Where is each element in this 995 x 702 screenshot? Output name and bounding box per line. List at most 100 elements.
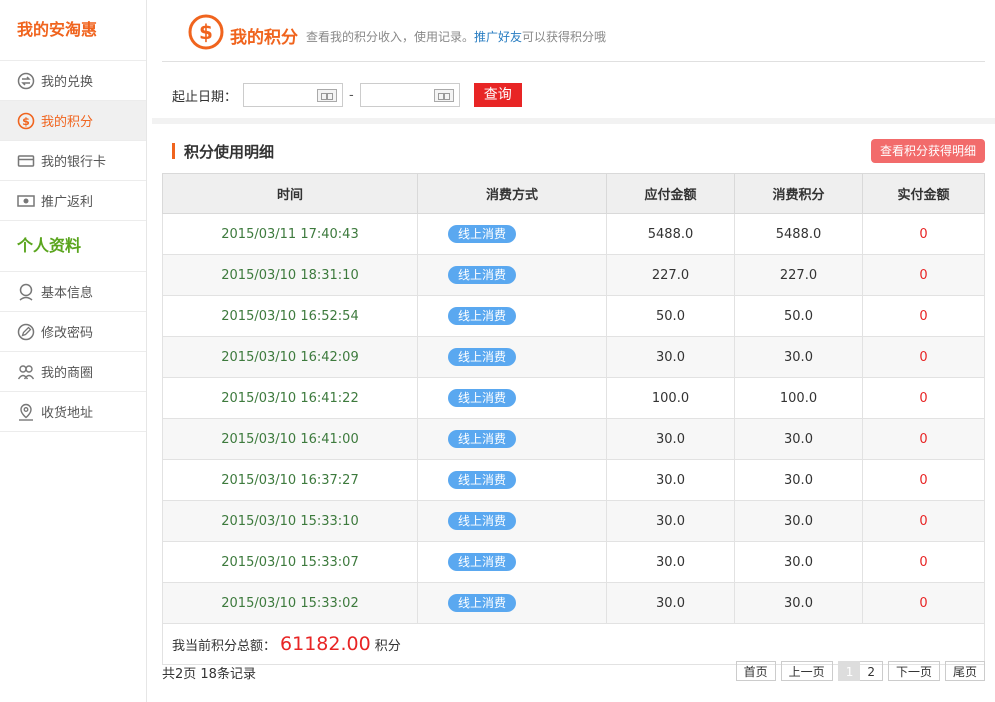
cell-due: 30.0	[606, 336, 735, 378]
page-title: 我的积分	[230, 28, 298, 48]
cell-method: 线上消费	[417, 541, 607, 583]
sidebar-section-account-title: 我的安淘惠	[0, 0, 146, 61]
cell-time: 2015/03/10 18:31:10	[162, 254, 418, 296]
card-icon	[17, 152, 35, 170]
page-header: $ 我的积分 查看我的积分收入，使用记录。推广好友可以获得积分哦 起止日期： -…	[162, 0, 985, 118]
sidebar-item-exchange[interactable]: 我的兑换	[0, 61, 146, 101]
sidebar-item-label: 我的银行卡	[41, 155, 107, 170]
subtitle-text: 查看我的积分收入，使用记录。	[306, 30, 475, 44]
cell-paid: 0	[862, 418, 985, 460]
divider	[162, 61, 985, 62]
cell-paid: 0	[862, 377, 985, 419]
cell-method: 线上消费	[417, 418, 607, 460]
cell-points: 227.0	[734, 254, 863, 296]
sidebar-item-basic-info[interactable]: 基本信息	[0, 272, 146, 312]
cell-due: 50.0	[606, 295, 735, 337]
cell-points: 100.0	[734, 377, 863, 419]
page-1-button[interactable]: 1	[837, 661, 861, 681]
prev-page-button[interactable]: 上一页	[780, 661, 833, 681]
cell-time: 2015/03/10 16:41:00	[162, 418, 418, 460]
cell-due: 30.0	[606, 500, 735, 542]
cell-time: 2015/03/10 16:41:22	[162, 377, 418, 419]
sidebar-item-label: 基本信息	[41, 286, 94, 301]
cell-due: 227.0	[606, 254, 735, 296]
detail-title: 积分使用明细	[172, 141, 274, 161]
title-accent-bar	[172, 143, 175, 159]
cell-paid: 0	[862, 500, 985, 542]
cell-method: 线上消费	[417, 254, 607, 296]
column-header-method: 消费方式	[417, 173, 607, 214]
calendar-icon[interactable]	[317, 89, 338, 102]
cell-method: 线上消费	[417, 213, 607, 255]
table-row: 2015/03/10 16:37:27 线上消费 30.0 30.0 0	[162, 459, 985, 501]
column-header-paid: 实付金额	[862, 173, 985, 214]
sidebar-item-label: 修改密码	[41, 326, 94, 341]
method-badge: 线上消费	[448, 430, 517, 448]
end-date-field[interactable]	[359, 83, 460, 107]
calendar-icon[interactable]	[433, 89, 454, 102]
cell-due: 30.0	[606, 459, 735, 501]
sidebar-item-my-circle[interactable]: 我的商圈	[0, 352, 146, 392]
table-row: 2015/03/10 16:41:22 线上消费 100.0 100.0 0	[162, 377, 985, 419]
column-header-due: 应付金额	[606, 173, 735, 214]
cell-paid: 0	[862, 295, 985, 337]
total-cell: 我当前积分总额： 61182.00 积分	[162, 623, 985, 665]
last-page-button[interactable]: 尾页	[944, 661, 985, 681]
table-row: 2015/03/10 16:42:09 线上消费 30.0 30.0 0	[162, 336, 985, 378]
cell-due: 30.0	[606, 541, 735, 583]
svg-text:$: $	[22, 115, 30, 128]
total-value: 61182.00	[280, 633, 371, 655]
cell-time: 2015/03/10 15:33:02	[162, 582, 418, 624]
dollar-icon: $	[17, 112, 35, 130]
sidebar-item-label: 我的商圈	[41, 366, 94, 381]
sidebar-item-label: 推广返利	[41, 195, 94, 210]
table-body: 2015/03/11 17:40:43 线上消费 5488.0 5488.0 0 2015…	[162, 213, 985, 624]
pagination: 首页 上一页 1 2 下一页 尾页	[731, 661, 985, 681]
table-row: 2015/03/10 15:33:07 线上消费 30.0 30.0 0	[162, 541, 985, 583]
cell-points: 30.0	[734, 541, 863, 583]
sidebar-item-change-password[interactable]: 修改密码	[0, 312, 146, 352]
sidebar-item-label: 我的兑换	[41, 75, 94, 90]
next-page-button[interactable]: 下一页	[887, 661, 940, 681]
cell-paid: 0	[862, 213, 985, 255]
table-row: 2015/03/10 15:33:02 线上消费 30.0 30.0 0	[162, 582, 985, 624]
sidebar-item-bank-card[interactable]: 我的银行卡	[0, 141, 146, 181]
sidebar-item-referral[interactable]: 推广返利	[0, 181, 146, 221]
points-table: 时间 消费方式 应付金额 消费积分 实付金额 2015/03/11 17:40:…	[162, 173, 985, 665]
page-subtitle: 查看我的积分收入，使用记录。推广好友可以获得积分哦	[306, 28, 606, 45]
page-2-button[interactable]: 2	[860, 661, 883, 681]
cell-due: 100.0	[606, 377, 735, 419]
cell-paid: 0	[862, 254, 985, 296]
total-row: 我当前积分总额： 61182.00 积分	[162, 623, 985, 665]
cell-time: 2015/03/11 17:40:43	[162, 213, 418, 255]
sidebar-item-points[interactable]: $ 我的积分	[0, 101, 146, 141]
promote-friends-link[interactable]: 推广好友	[474, 30, 522, 44]
table-row: 2015/03/10 18:31:10 线上消费 227.0 227.0 0	[162, 254, 985, 296]
group-icon	[17, 363, 35, 381]
location-icon	[17, 403, 35, 421]
total-label: 我当前积分总额：	[172, 639, 277, 654]
cell-points: 30.0	[734, 500, 863, 542]
cell-points: 30.0	[734, 459, 863, 501]
cell-time: 2015/03/10 16:42:09	[162, 336, 418, 378]
first-page-button[interactable]: 首页	[735, 661, 776, 681]
cell-points: 30.0	[734, 418, 863, 460]
method-badge: 线上消费	[448, 471, 517, 489]
query-button[interactable]: 查询	[473, 83, 522, 107]
cell-paid: 0	[862, 582, 985, 624]
cell-method: 线上消费	[417, 459, 607, 501]
sidebar-item-address[interactable]: 收货地址	[0, 392, 146, 432]
view-earned-points-button[interactable]: 查看积分获得明细	[870, 139, 985, 163]
cell-method: 线上消费	[417, 500, 607, 542]
method-badge: 线上消费	[448, 348, 517, 366]
start-date-field[interactable]	[243, 83, 344, 107]
date-separator: -	[349, 87, 354, 103]
table-header-row: 时间 消费方式 应付金额 消费积分 实付金额	[162, 173, 985, 214]
subtitle-suffix: 可以获得积分哦	[522, 30, 607, 44]
method-badge: 线上消费	[448, 225, 517, 243]
sidebar-item-label: 收货地址	[41, 406, 94, 421]
cell-due: 30.0	[606, 582, 735, 624]
exchange-icon	[17, 72, 35, 90]
cell-due: 30.0	[606, 418, 735, 460]
method-badge: 线上消费	[448, 389, 517, 407]
